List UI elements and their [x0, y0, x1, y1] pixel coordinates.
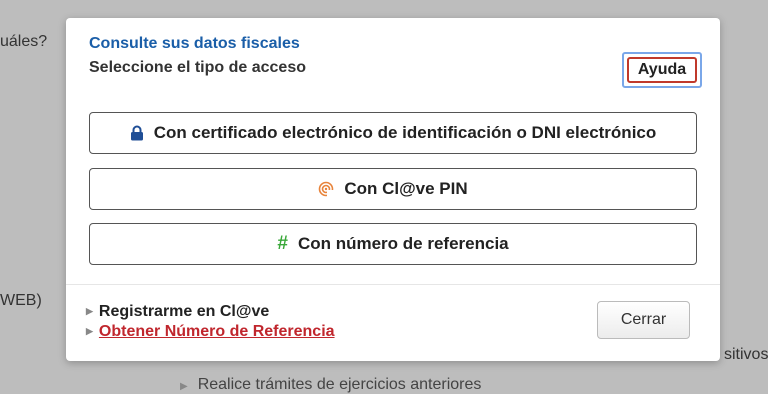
- background-ejercicios-item: ▶ Realice trámites de ejercicios anterior…: [180, 376, 481, 394]
- certificate-access-button[interactable]: Con certificado electrónico de identific…: [89, 112, 697, 154]
- reference-number-access-button[interactable]: # Con número de referencia: [89, 223, 697, 265]
- background-question-fragment: uáles?: [0, 33, 48, 50]
- bullet-triangle-icon: ▶: [86, 326, 93, 336]
- help-button-label: Ayuda: [627, 57, 697, 83]
- close-button[interactable]: Cerrar: [597, 301, 690, 339]
- get-reference-number-link[interactable]: ▶ Obtener Número de Referencia: [86, 323, 335, 341]
- reference-number-access-label: Con número de referencia: [297, 234, 509, 253]
- modal-title: Consulte sus datos fiscales: [89, 35, 300, 52]
- lock-icon: [130, 125, 144, 141]
- modal-subtitle: Seleccione el tipo de acceso: [89, 59, 306, 76]
- register-clave-label: Registrarme en Cl@ve: [98, 303, 270, 320]
- clave-pin-access-button[interactable]: Con Cl@ve PIN: [89, 168, 697, 210]
- register-clave-link[interactable]: ▶ Registrarme en Cl@ve: [86, 303, 269, 321]
- background-ejercicios-text: Realice trámites de ejercicios anteriore…: [197, 376, 482, 393]
- footer-divider: [66, 284, 720, 285]
- background-dispositivos-fragment: sitivos: [724, 346, 768, 363]
- certificate-access-label: Con certificado electrónico de identific…: [153, 123, 657, 142]
- bullet-triangle-icon: ▶: [86, 306, 93, 316]
- clave-pin-access-label: Con Cl@ve PIN: [344, 179, 468, 198]
- clave-pin-icon: [318, 181, 335, 197]
- background-web-fragment: WEB): [0, 292, 42, 309]
- bullet-triangle-icon: ▶: [180, 381, 188, 392]
- get-reference-number-label: Obtener Número de Referencia: [98, 323, 335, 340]
- access-modal: Consulte sus datos fiscales Seleccione e…: [66, 18, 720, 361]
- hash-icon: #: [277, 233, 288, 254]
- help-button[interactable]: Ayuda: [622, 52, 702, 88]
